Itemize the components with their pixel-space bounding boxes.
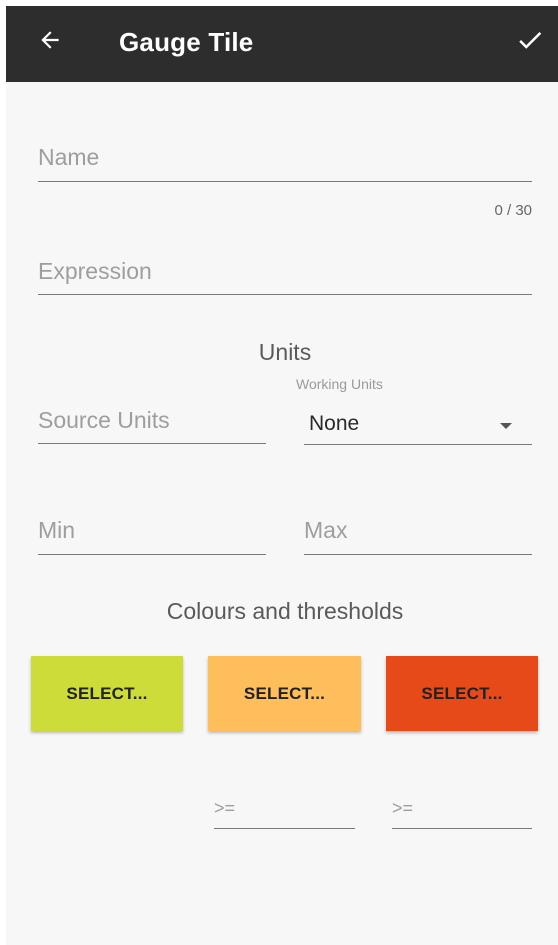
check-icon xyxy=(515,25,545,60)
confirm-button[interactable] xyxy=(512,24,548,60)
min-placeholder: Min xyxy=(38,517,76,543)
arrow-left-icon xyxy=(37,27,63,58)
threshold-2-placeholder: >= xyxy=(392,798,414,818)
max-placeholder: Max xyxy=(304,517,348,543)
working-units-value: None xyxy=(309,412,360,435)
expression-placeholder: Expression xyxy=(38,258,152,284)
expression-field[interactable]: Expression xyxy=(38,255,532,295)
dropdown-arrow-icon xyxy=(500,423,512,429)
back-button[interactable] xyxy=(32,24,68,60)
working-units-select[interactable]: None xyxy=(304,406,532,445)
source-units-placeholder: Source Units xyxy=(38,407,170,433)
threshold-field-1[interactable]: >= xyxy=(214,794,355,829)
name-placeholder: Name xyxy=(38,144,100,170)
max-field[interactable]: Max xyxy=(304,514,532,555)
min-field[interactable]: Min xyxy=(38,514,266,555)
app-bar: Gauge Tile xyxy=(6,6,558,82)
working-units-label: Working Units xyxy=(296,376,383,392)
threshold-1-placeholder: >= xyxy=(214,798,236,818)
colour-select-button-2[interactable]: SELECT... xyxy=(208,656,361,731)
name-field[interactable]: Name xyxy=(38,141,532,182)
threshold-field-2[interactable]: >= xyxy=(392,794,532,829)
page-title: Gauge Tile xyxy=(119,27,254,57)
colours-thresholds-heading: Colours and thresholds xyxy=(166,598,404,624)
units-heading: Units xyxy=(258,339,312,365)
gauge-tile-screen: Gauge Tile Name 0 / 30 Expression Units … xyxy=(6,6,558,945)
source-units-field[interactable]: Source Units xyxy=(38,404,266,444)
colour-select-button-3[interactable]: SELECT... xyxy=(386,656,538,731)
colour-select-button-1[interactable]: SELECT... xyxy=(31,656,183,731)
name-character-counter: 0 / 30 xyxy=(494,202,532,219)
